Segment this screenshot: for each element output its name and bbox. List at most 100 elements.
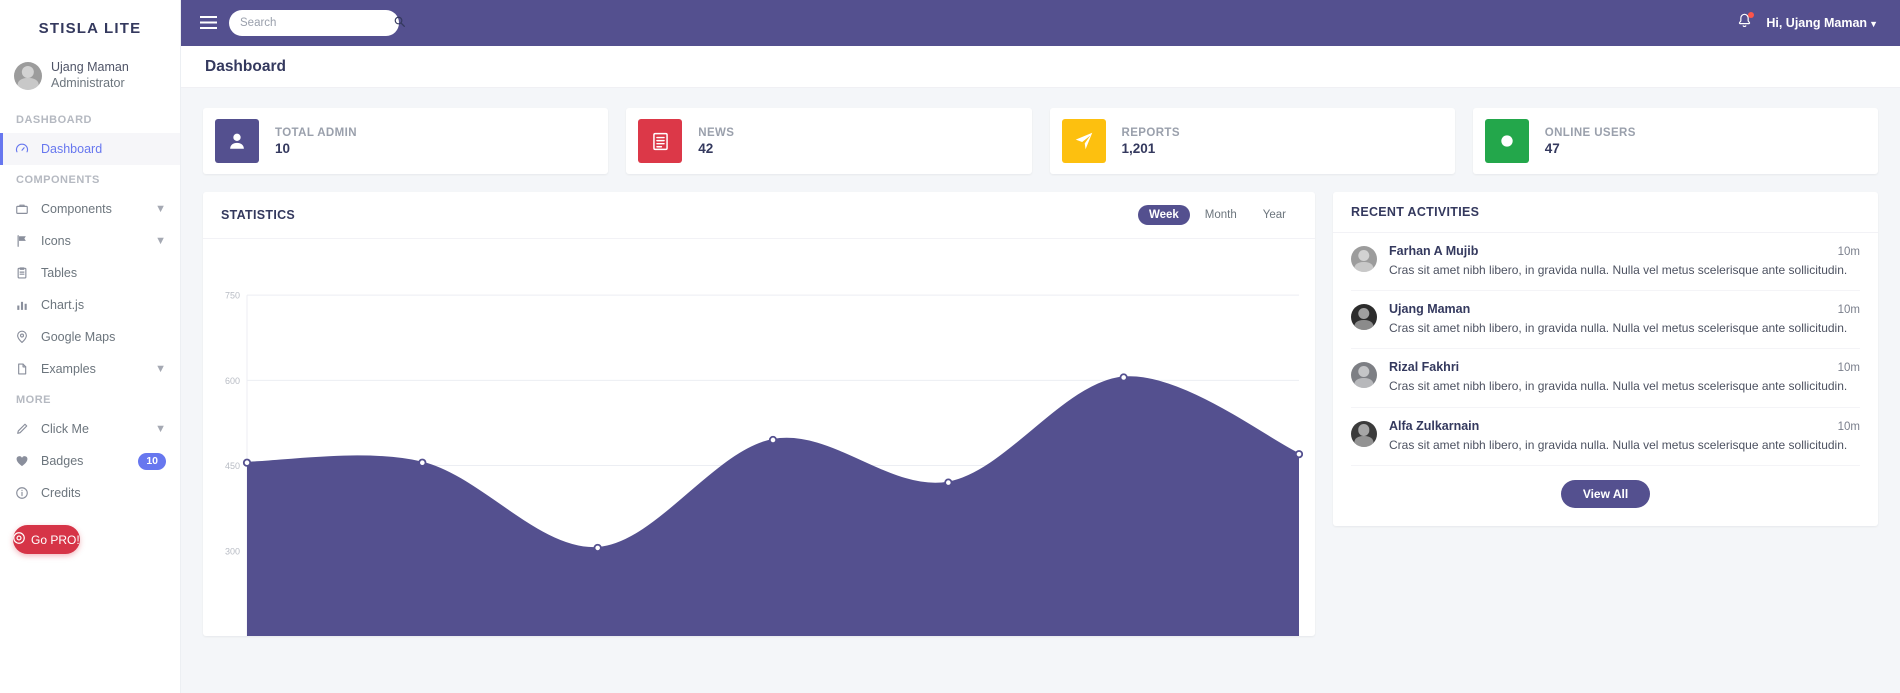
sidebar-item-tables[interactable]: Tables [0, 257, 180, 289]
activity-text: Cras sit amet nibh libero, in gravida nu… [1389, 437, 1848, 452]
page-header: Dashboard [181, 46, 1900, 88]
avatar [1351, 362, 1377, 389]
activity-time: 10m [1837, 362, 1860, 375]
sidebar-item-chart-js[interactable]: Chart.js [0, 289, 180, 321]
activity-time: 10m [1837, 246, 1860, 258]
pencil-icon [14, 422, 29, 436]
sidebar-item-badges[interactable]: Badges 10 [0, 445, 180, 477]
chevron-down-icon[interactable]: ▼ [155, 363, 166, 375]
svg-text:450: 450 [225, 461, 240, 471]
sidebar-item-label: Credits [41, 486, 81, 501]
svg-text:750: 750 [225, 291, 240, 301]
hamburger-icon[interactable] [195, 15, 221, 32]
activity-user-name: Farhan A Mujib [1389, 244, 1479, 258]
newspaper-icon [638, 119, 683, 163]
activity-item[interactable]: Rizal Fakhri 10m Cras sit amet nibh libe… [1351, 349, 1860, 408]
activity-item[interactable]: Farhan A Mujib 10m Cras sit amet nibh li… [1351, 233, 1860, 292]
statistics-chart[interactable]: 750 600 450 300 [203, 239, 1315, 636]
view-all-button[interactable]: View All [1560, 479, 1651, 508]
activity-text: Cras sit amet nibh libero, in gravida nu… [1389, 379, 1848, 394]
recent-activities-panel: RECENT ACTIVITIES Farhan A Mujib 10m Cra… [1333, 192, 1878, 526]
navbar-right: Hi, Ujang Maman ▼ [1737, 11, 1878, 34]
stat-card-label: NEWS [698, 126, 735, 139]
brand-logo[interactable]: STISLA LITE [0, 0, 180, 56]
sidebar-item-google-maps[interactable]: Google Maps [0, 321, 180, 353]
search-box[interactable] [229, 10, 405, 36]
sidebar-item-label: Chart.js [41, 298, 85, 313]
sidebar-user-profile[interactable]: Ujang Maman Administrator [0, 56, 180, 105]
navbar-user-menu[interactable]: Hi, Ujang Maman ▼ [1766, 16, 1878, 30]
avatar [1351, 304, 1377, 331]
info-circle-icon [14, 486, 29, 500]
stat-cards-row: TOTAL ADMIN 10 NEWS 42 REPORTS 1,201 ONL… [203, 108, 1878, 174]
menu-section-header: COMPONENTS [16, 174, 100, 187]
flag-icon [14, 234, 29, 248]
sidebar-item-icons[interactable]: Icons ▼ [0, 225, 180, 257]
range-option-month[interactable]: Month [1194, 205, 1248, 225]
activity-item[interactable]: Ujang Maman 10m Cras sit amet nibh liber… [1351, 291, 1860, 350]
sidebar-user-role: Administrator [51, 75, 125, 90]
go-pro-button[interactable]: Go PRO! [13, 525, 80, 555]
activity-time: 10m [1837, 420, 1860, 433]
navbar-user-label: Hi, Ujang Maman [1766, 16, 1868, 30]
notification-dot [1748, 11, 1755, 18]
sidebar-item-label: Components [41, 202, 112, 217]
menu-section-header: MORE [16, 394, 51, 407]
area-chart-svg: 750 600 450 300 [225, 291, 1303, 636]
search-icon[interactable] [394, 16, 405, 30]
activity-user-name: Alfa Zulkarnain [1389, 418, 1480, 433]
sidebar-item-label: Tables [41, 266, 78, 281]
activity-user-name: Rizal Fakhri [1389, 360, 1460, 375]
sidebar-item-examples[interactable]: Examples ▼ [0, 353, 180, 385]
briefcase-icon [14, 202, 29, 216]
svg-text:300: 300 [225, 546, 240, 556]
top-navbar: Hi, Ujang Maman▼ [181, 0, 1900, 46]
file-icon [14, 362, 29, 376]
main-content: Dashboard TOTAL ADMIN 10 NEWS 42 REPORTS… [181, 46, 1900, 693]
sidebar-item-click-me[interactable]: Click Me ▼ [0, 413, 180, 445]
sidebar-item-components[interactable]: Components ▼ [0, 193, 180, 225]
activity-time: 10m [1837, 304, 1860, 317]
clipboard-icon [14, 266, 29, 280]
statistics-header: STATISTICS Week Month Year [203, 192, 1315, 239]
sidebar-item-label: Click Me [41, 422, 89, 437]
stat-card-value: 1,201 [1121, 140, 1156, 156]
sidebar-item-label: Examples [41, 362, 96, 377]
stat-card-online-users[interactable]: ONLINE USERS 47 [1472, 108, 1878, 174]
avatar [1351, 246, 1377, 272]
chevron-down-icon[interactable]: ▼ [155, 203, 166, 215]
sidebar-item-label: Google Maps [41, 330, 116, 345]
range-option-week[interactable]: Week [1137, 205, 1190, 225]
svg-text:600: 600 [225, 376, 240, 386]
bell-icon[interactable] [1737, 11, 1755, 34]
stat-card-label: REPORTS [1121, 126, 1180, 139]
page-title: Dashboard [205, 57, 286, 75]
stat-card-value: 42 [698, 140, 714, 156]
activity-user-name: Ujang Maman [1389, 302, 1471, 317]
sidebar-menu: DASHBOARD Dashboard COMPONENTS Component… [0, 105, 180, 509]
range-option-year[interactable]: Year [1252, 205, 1297, 225]
chevron-down-icon[interactable]: ▼ [155, 235, 166, 247]
stat-card-total-admin[interactable]: TOTAL ADMIN 10 [203, 108, 609, 174]
sidebar-user-name: Ujang Maman [51, 60, 129, 74]
stat-card-label: TOTAL ADMIN [275, 126, 357, 139]
heart-icon [14, 454, 29, 468]
sidebar-item-dashboard[interactable]: Dashboard [0, 133, 180, 166]
sidebar-item-label: Icons [41, 234, 71, 249]
sidebar-item-credits[interactable]: Credits [0, 477, 180, 509]
stat-card-value: 10 [275, 140, 291, 156]
chevron-down-icon[interactable]: ▼ [155, 423, 166, 435]
stat-card-news[interactable]: NEWS 42 [626, 108, 1032, 174]
sidebar-item-label: Dashboard [41, 142, 103, 157]
activities-header: RECENT ACTIVITIES [1333, 192, 1878, 233]
activity-item[interactable]: Alfa Zulkarnain 10m Cras sit amet nibh l… [1351, 408, 1860, 466]
sidebar: STISLA LITE Ujang Maman Administrator DA… [0, 0, 181, 693]
stat-card-reports[interactable]: REPORTS 1,201 [1049, 108, 1455, 174]
circle-icon [1484, 119, 1529, 163]
map-pin-icon [14, 330, 29, 344]
activities-title: RECENT ACTIVITIES [1351, 205, 1480, 219]
activity-text: Cras sit amet nibh libero, in gravida nu… [1389, 321, 1848, 336]
speedometer-icon [14, 142, 29, 156]
search-input[interactable] [240, 17, 394, 29]
paper-plane-icon [1061, 119, 1106, 163]
